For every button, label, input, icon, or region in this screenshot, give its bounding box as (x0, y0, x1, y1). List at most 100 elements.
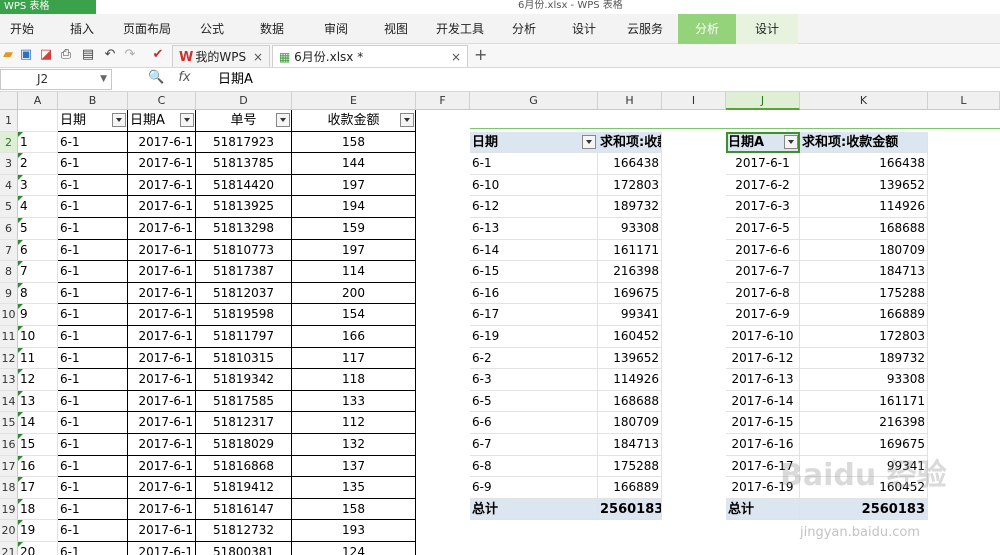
cell-amount[interactable]: 194 (292, 196, 416, 218)
redo-icon[interactable]: ↷ (122, 47, 138, 63)
column-header-g[interactable]: G (470, 92, 598, 110)
cell-amount[interactable]: 197 (292, 174, 416, 197)
pivot1-row-label[interactable]: 6-17 (470, 304, 598, 326)
pdf-export-icon[interactable]: ◪ (38, 47, 54, 63)
new-tab-button[interactable]: + (474, 45, 487, 64)
cell-order-no[interactable]: 51816868 (196, 455, 292, 478)
row-header-18[interactable]: 18 (0, 477, 18, 499)
cell-index[interactable]: 19 (18, 520, 58, 542)
save-icon[interactable]: ▣ (18, 47, 34, 63)
filter-date-a-dropdown-icon[interactable] (180, 113, 194, 127)
pivot1-row-label[interactable]: 6-6 (470, 412, 598, 434)
pivot1-row-label[interactable]: 6-1 (470, 153, 598, 175)
pivot2-row-label[interactable]: 2017-6-12 (726, 347, 800, 370)
pivot1-row-value[interactable]: 114926 (598, 369, 662, 391)
pivot2-row-label[interactable]: 2017-6-6 (726, 239, 800, 262)
fx-icon[interactable]: fx (178, 70, 190, 85)
pivot1-row-label[interactable]: 6-12 (470, 196, 598, 218)
cell-index[interactable]: 17 (18, 477, 58, 499)
pivot1-row-value[interactable]: 166438 (598, 153, 662, 175)
pivot2-row-value[interactable]: 180709 (800, 239, 928, 262)
column-header-d[interactable]: D (196, 92, 292, 110)
row-header-6[interactable]: 6 (0, 218, 18, 240)
cell-date[interactable]: 6-1 (58, 218, 128, 240)
pivot1-row-value[interactable]: 184713 (598, 434, 662, 456)
cell-amount[interactable]: 159 (292, 218, 416, 240)
cell-index[interactable]: 8 (18, 282, 58, 305)
cell-index[interactable]: 15 (18, 434, 58, 456)
cell-order-no[interactable]: 51813785 (196, 153, 292, 175)
cell-index[interactable]: 20 (18, 542, 58, 555)
cell-index[interactable]: 16 (18, 455, 58, 478)
row-header-13[interactable]: 13 (0, 369, 18, 391)
cell-date-a[interactable]: 2017-6-1 (128, 520, 196, 542)
cell-order-no[interactable]: 51817923 (196, 131, 292, 154)
close-icon[interactable]: × (451, 46, 461, 68)
pivot1-row-label[interactable]: 6-16 (470, 282, 598, 305)
cell-amount[interactable]: 124 (292, 542, 416, 555)
print-icon[interactable]: ⎙ (58, 47, 74, 63)
column-header-f[interactable]: F (416, 92, 470, 110)
cell-amount[interactable]: 144 (292, 153, 416, 175)
pivot2-row-value[interactable]: 139652 (800, 174, 928, 197)
row-header-12[interactable]: 12 (0, 347, 18, 370)
cell-order-no[interactable]: 51810315 (196, 347, 292, 370)
menu-data[interactable]: 数据 (252, 14, 292, 44)
cell-date[interactable]: 6-1 (58, 520, 128, 542)
cell-date[interactable]: 6-1 (58, 412, 128, 434)
cell-order-no[interactable]: 51819412 (196, 477, 292, 499)
cell-a1[interactable] (18, 110, 58, 132)
cell-date[interactable]: 6-1 (58, 304, 128, 326)
pivot2-total-label[interactable]: 总计 (726, 498, 800, 521)
cell-index[interactable]: 2 (18, 153, 58, 175)
cell-order-no[interactable]: 51813925 (196, 196, 292, 218)
cell-order-no[interactable]: 51817585 (196, 390, 292, 413)
cell-index[interactable]: 4 (18, 196, 58, 218)
close-icon[interactable]: × (253, 46, 263, 68)
pivot1-header-sum[interactable]: 求和项:收款金额 (598, 131, 662, 154)
cell-date-a[interactable]: 2017-6-1 (128, 477, 196, 499)
pivot2-row-value[interactable]: 114926 (800, 196, 928, 218)
row-header-15[interactable]: 15 (0, 412, 18, 434)
formula-input[interactable]: 日期A (218, 70, 253, 90)
cell-date-a[interactable]: 2017-6-1 (128, 369, 196, 391)
pivot2-row-value[interactable]: 175288 (800, 282, 928, 305)
menu-view[interactable]: 视图 (376, 14, 416, 44)
column-header-j[interactable]: J (726, 92, 800, 110)
pivot1-row-value[interactable]: 172803 (598, 174, 662, 197)
menu-design[interactable]: 设计 (564, 14, 604, 44)
filter-order-no-dropdown-icon[interactable] (276, 113, 290, 127)
cell-index[interactable]: 10 (18, 326, 58, 348)
cell-date[interactable]: 6-1 (58, 498, 128, 521)
cell-order-no[interactable]: 51812317 (196, 412, 292, 434)
column-header-b[interactable]: B (58, 92, 128, 110)
row-header-5[interactable]: 5 (0, 196, 18, 218)
pivot1-row-value[interactable]: 99341 (598, 304, 662, 326)
pivot2-row-value[interactable]: 172803 (800, 326, 928, 348)
cell-order-no[interactable]: 51812732 (196, 520, 292, 542)
column-header-i[interactable]: I (662, 92, 726, 110)
pivot2-row-value[interactable]: 168688 (800, 218, 928, 240)
pivot1-row-label[interactable]: 6-10 (470, 174, 598, 197)
pivot1-row-label[interactable]: 6-15 (470, 261, 598, 283)
row-header-2[interactable]: 2 (0, 131, 18, 154)
pivot1-row-label[interactable]: 6-14 (470, 239, 598, 262)
pivot2-row-label[interactable]: 2017-6-13 (726, 369, 800, 391)
row-header-20[interactable]: 20 (0, 520, 18, 542)
cell-amount[interactable]: 114 (292, 261, 416, 283)
tab-my-wps[interactable]: W 我的WPS × (172, 45, 270, 67)
pivot1-row-value[interactable]: 166889 (598, 477, 662, 499)
cell-amount[interactable]: 133 (292, 390, 416, 413)
row-header-4[interactable]: 4 (0, 174, 18, 197)
pivot2-row-label[interactable]: 2017-6-1 (726, 153, 800, 175)
chevron-down-icon[interactable]: ▼ (100, 70, 107, 89)
cell-order-no[interactable]: 51817387 (196, 261, 292, 283)
pivot1-row-label[interactable]: 6-8 (470, 455, 598, 478)
row-header-7[interactable]: 7 (0, 239, 18, 262)
menu-pivot-design[interactable]: 设计 (736, 14, 798, 44)
cell-amount[interactable]: 158 (292, 131, 416, 154)
pivot1-row-label[interactable]: 6-9 (470, 477, 598, 499)
cell-amount[interactable]: 154 (292, 304, 416, 326)
cell-date-a[interactable]: 2017-6-1 (128, 390, 196, 413)
pivot2-row-value[interactable]: 166889 (800, 304, 928, 326)
